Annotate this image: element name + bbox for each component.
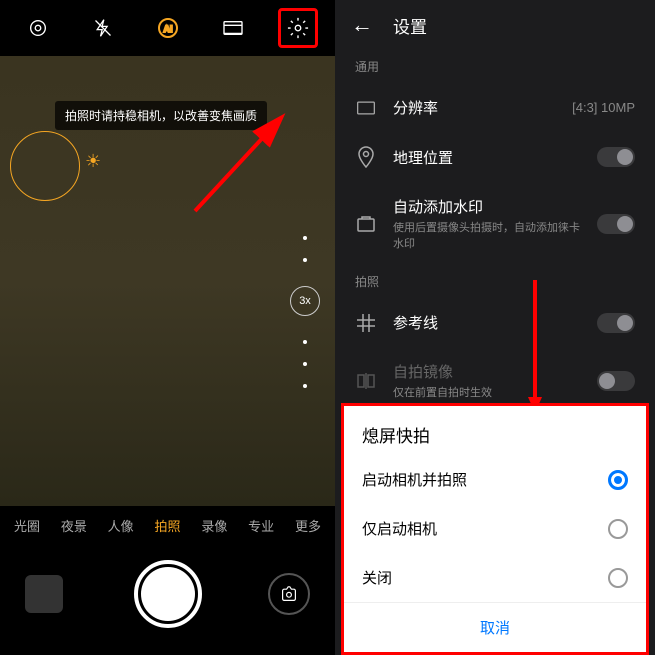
resolution-row[interactable]: 分辨率 [4:3] 10MP [335,83,655,132]
shutter-bar [0,544,335,644]
radio-unselected[interactable] [608,568,628,588]
mode-photo[interactable]: 拍照 [148,516,186,535]
settings-icon[interactable] [278,8,318,48]
tip-message: 拍照时请持稳相机，以改善变焦画质 [55,101,267,130]
mode-more[interactable]: 更多 [289,516,327,535]
filter-icon[interactable] [213,8,253,48]
settings-header: ← 设置 [335,0,655,50]
switch-camera-icon[interactable] [268,573,310,615]
gallery-thumbnail[interactable] [25,575,63,613]
flash-auto-icon[interactable] [18,8,58,48]
popup-title: 熄屏快拍 [344,406,646,455]
svg-text:AI: AI [163,24,172,34]
mode-selector[interactable]: 光圈 夜景 人像 拍照 录像 专业 更多 [0,506,335,544]
exposure-icon[interactable]: ☀ [85,151,101,172]
popup-option-0[interactable]: 启动相机并拍照 [344,455,646,504]
top-toolbar: AI [0,0,335,56]
zoom-level[interactable]: 3x [290,286,320,316]
resolution-icon [355,100,377,116]
mode-pro[interactable]: 专业 [242,516,280,535]
selfie-mirror-toggle [597,371,635,391]
settings-title: 设置 [393,13,427,38]
popup-option-2[interactable]: 关闭 [344,553,646,602]
mode-night[interactable]: 夜景 [55,516,93,535]
ai-mode-icon[interactable]: AI [148,8,188,48]
mode-video[interactable]: 录像 [195,516,233,535]
settings-screen: ← 设置 通用 分辨率 [4:3] 10MP 地理位置 自动添加水印 使用后置摄… [335,0,655,655]
grid-icon [355,313,377,333]
section-general: 通用 [335,50,655,83]
watermark-toggle[interactable] [597,214,635,234]
mode-portrait[interactable]: 人像 [102,516,140,535]
camera-screen: AI 拍照时请持稳相机，以改善变焦画质 ☀ 3x 光圈 夜景 人像 拍照 [0,0,335,655]
back-icon[interactable]: ← [351,12,373,38]
gridlines-toggle[interactable] [597,313,635,333]
mode-aperture[interactable]: 光圈 [8,516,46,535]
focus-ring[interactable] [10,131,80,201]
location-icon [355,146,377,168]
geolocation-row[interactable]: 地理位置 [335,132,655,182]
shutter-button[interactable] [134,560,202,628]
radio-selected[interactable] [608,470,628,490]
watermark-row[interactable]: 自动添加水印 使用后置摄像头拍摄时，自动添加徕卡水印 [335,182,655,265]
zoom-control[interactable]: 3x [290,236,320,388]
viewfinder[interactable]: 拍照时请持稳相机，以改善变焦画质 ☀ 3x [0,56,335,506]
watermark-icon [355,214,377,234]
gridlines-row[interactable]: 参考线 [335,298,655,347]
cancel-button[interactable]: 取消 [344,602,646,652]
resolution-value: [4:3] 10MP [572,100,635,115]
geolocation-toggle[interactable] [597,147,635,167]
flash-off-icon[interactable] [83,8,123,48]
section-photo: 拍照 [335,265,655,298]
popup-option-1[interactable]: 仅启动相机 [344,504,646,553]
radio-unselected[interactable] [608,519,628,539]
quick-capture-popup: 熄屏快拍 启动相机并拍照 仅启动相机 关闭 取消 [341,403,649,655]
mirror-icon [355,371,377,391]
